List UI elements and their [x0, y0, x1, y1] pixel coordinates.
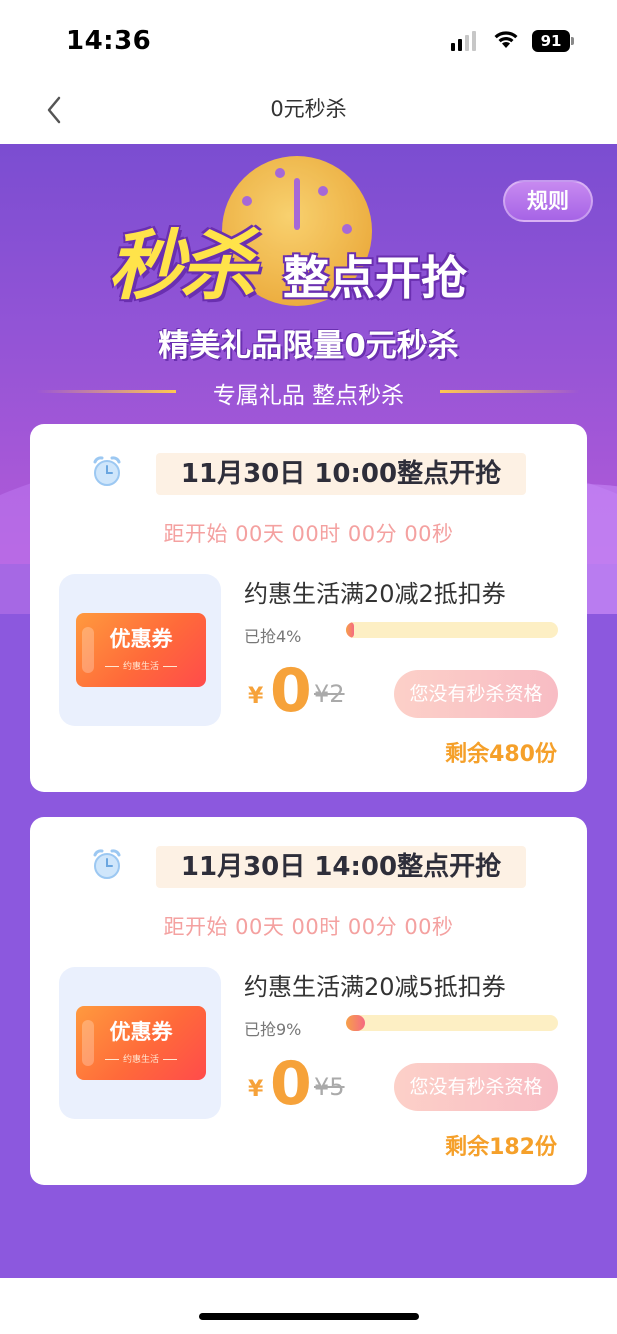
hero-subtitle: 精美礼品限量0元秒杀: [158, 328, 459, 364]
hero-title-miaosha: 秒杀: [108, 221, 256, 310]
flash-sale-card: 11月30日 10:00整点开抢 距开始 00天 00时 00分 00秒 优惠券…: [30, 424, 587, 792]
coupon-title: 优惠券: [109, 1020, 173, 1044]
hero-title-zhengdian: 整点开抢: [283, 251, 467, 305]
no-qualification-button[interactable]: 您没有秒杀资格: [394, 1063, 558, 1111]
rules-button[interactable]: 规则: [503, 180, 593, 222]
alarm-clock-icon: [93, 456, 121, 486]
product-name[interactable]: 约惠生活满20减2抵扣券: [244, 574, 506, 609]
coupon-subtitle: 约惠生活: [76, 659, 206, 672]
coupon-subtitle: 约惠生活: [76, 1052, 206, 1065]
progress-fill: [346, 622, 355, 638]
status-bar: 14:36 91: [0, 0, 617, 78]
original-price: ¥5: [314, 1073, 345, 1101]
page-title: 0元秒杀: [270, 97, 347, 121]
start-time-label: 11月30日 10:00整点开抢: [156, 453, 526, 495]
coupon-title: 优惠券: [109, 627, 173, 651]
remaining-count: 剩余182份: [445, 1135, 557, 1160]
coupon-ticket-icon: 优惠券 约惠生活: [76, 1006, 206, 1080]
remaining-count: 剩余480份: [445, 742, 557, 767]
currency-symbol: ¥: [248, 1077, 264, 1102]
status-time: 14:36: [66, 26, 152, 56]
wifi-icon: [494, 31, 518, 48]
hero-tagline: 专属礼品 整点秒杀: [212, 383, 405, 409]
no-qualification-button[interactable]: 您没有秒杀资格: [394, 670, 558, 718]
sold-progress-bar: [346, 622, 558, 638]
sale-price: 0: [270, 656, 312, 726]
sale-price: 0: [270, 1049, 312, 1119]
main-content: 规则 秒杀 整点开抢 精美礼品限量0元秒杀 专属礼品 整点秒杀 11月30日 1…: [0, 144, 617, 1278]
countdown-text: 距开始 00天 00时 00分 00秒: [163, 522, 454, 546]
sold-percent-label: 已抢9%: [244, 1020, 302, 1039]
currency-symbol: ¥: [248, 684, 264, 709]
cellular-signal-icon: [451, 31, 476, 51]
sold-progress-bar: [346, 1015, 558, 1031]
coupon-thumbnail[interactable]: 优惠券 约惠生活: [59, 574, 221, 726]
original-price: ¥2: [314, 680, 345, 708]
progress-fill: [346, 1015, 366, 1031]
hero-tagline-row: 专属礼品 整点秒杀: [0, 376, 617, 409]
start-time-label: 11月30日 14:00整点开抢: [156, 846, 526, 888]
alarm-clock-icon: [93, 849, 121, 879]
coupon-ticket-icon: 优惠券 约惠生活: [76, 613, 206, 687]
coupon-thumbnail[interactable]: 优惠券 约惠生活: [59, 967, 221, 1119]
battery-cap: [571, 37, 574, 45]
battery-icon: 91: [532, 30, 570, 52]
divider: [440, 390, 580, 393]
product-name[interactable]: 约惠生活满20减5抵扣券: [244, 967, 506, 1002]
nav-bar: 0元秒杀: [0, 78, 617, 144]
sold-percent-label: 已抢4%: [244, 627, 302, 646]
flash-sale-card: 11月30日 14:00整点开抢 距开始 00天 00时 00分 00秒 优惠券…: [30, 817, 587, 1185]
home-indicator[interactable]: [199, 1313, 419, 1320]
countdown-text: 距开始 00天 00时 00分 00秒: [163, 915, 454, 939]
